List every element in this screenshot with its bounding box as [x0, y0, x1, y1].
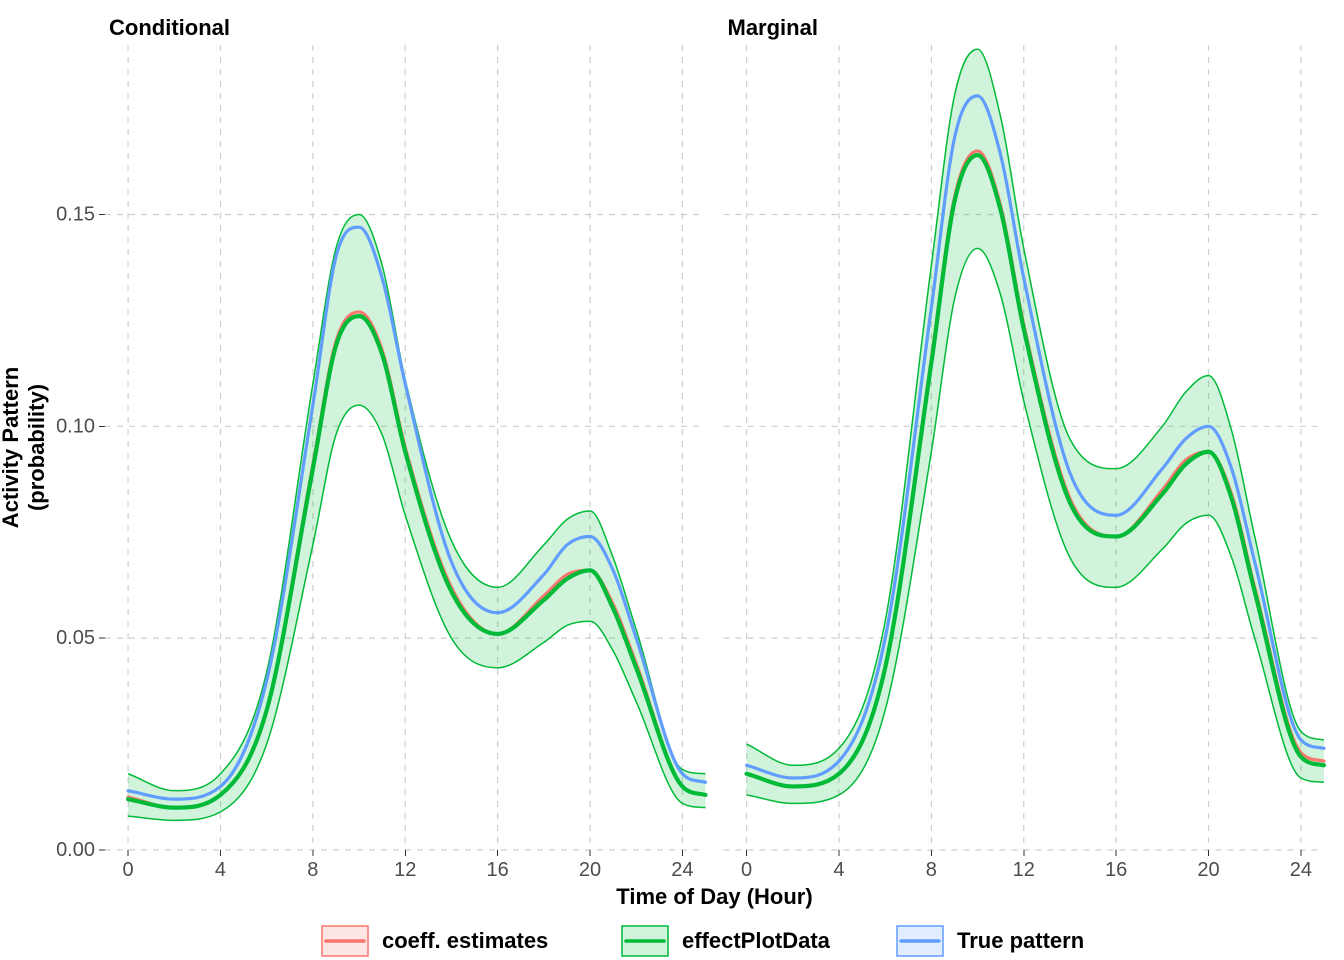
svg-text:20: 20 [1197, 859, 1219, 881]
x-axis-label: Time of Day (Hour) [616, 884, 812, 909]
legend-label: coeff. estimates [382, 928, 548, 953]
legend: coeff. estimates effectPlotData True patte… [322, 926, 1084, 956]
facet-title: Marginal [728, 15, 818, 40]
svg-text:4: 4 [215, 859, 226, 881]
svg-text:20: 20 [579, 859, 601, 881]
svg-text:0.05: 0.05 [56, 627, 95, 649]
legend-label: True pattern [957, 928, 1084, 953]
chart-container: 0 4 8 12 16 20 24 0.00 0.05 0.10 0.15 Conditional 0 4… [0, 0, 1344, 960]
svg-text:24: 24 [671, 859, 693, 881]
svg-text:(probability): (probability) [24, 384, 49, 511]
svg-text:Activity Pattern: Activity Pattern [0, 367, 23, 528]
svg-text:12: 12 [394, 859, 416, 881]
svg-text:16: 16 [1105, 859, 1127, 881]
svg-text:8: 8 [926, 859, 937, 881]
legend-label: effectPlotData [682, 928, 831, 953]
svg-text:0: 0 [741, 859, 752, 881]
svg-text:4: 4 [833, 859, 844, 881]
y-axis-label: Activity Pattern(probability) [0, 367, 49, 528]
svg-text:16: 16 [487, 859, 509, 881]
svg-text:0.00: 0.00 [56, 839, 95, 861]
svg-text:0.10: 0.10 [56, 415, 95, 437]
svg-text:8: 8 [307, 859, 318, 881]
series-green [128, 316, 705, 807]
svg-text:12: 12 [1013, 859, 1035, 881]
svg-text:0.15: 0.15 [56, 203, 95, 225]
series-red [128, 312, 705, 808]
chart-svg: 0 4 8 12 16 20 24 0.00 0.05 0.10 0.15 Conditional 0 4… [0, 0, 1344, 960]
svg-text:0: 0 [123, 859, 134, 881]
facet-title: Conditional [109, 15, 230, 40]
ci-ribbon-effectPlotData [128, 214, 705, 820]
svg-text:24: 24 [1290, 859, 1312, 881]
